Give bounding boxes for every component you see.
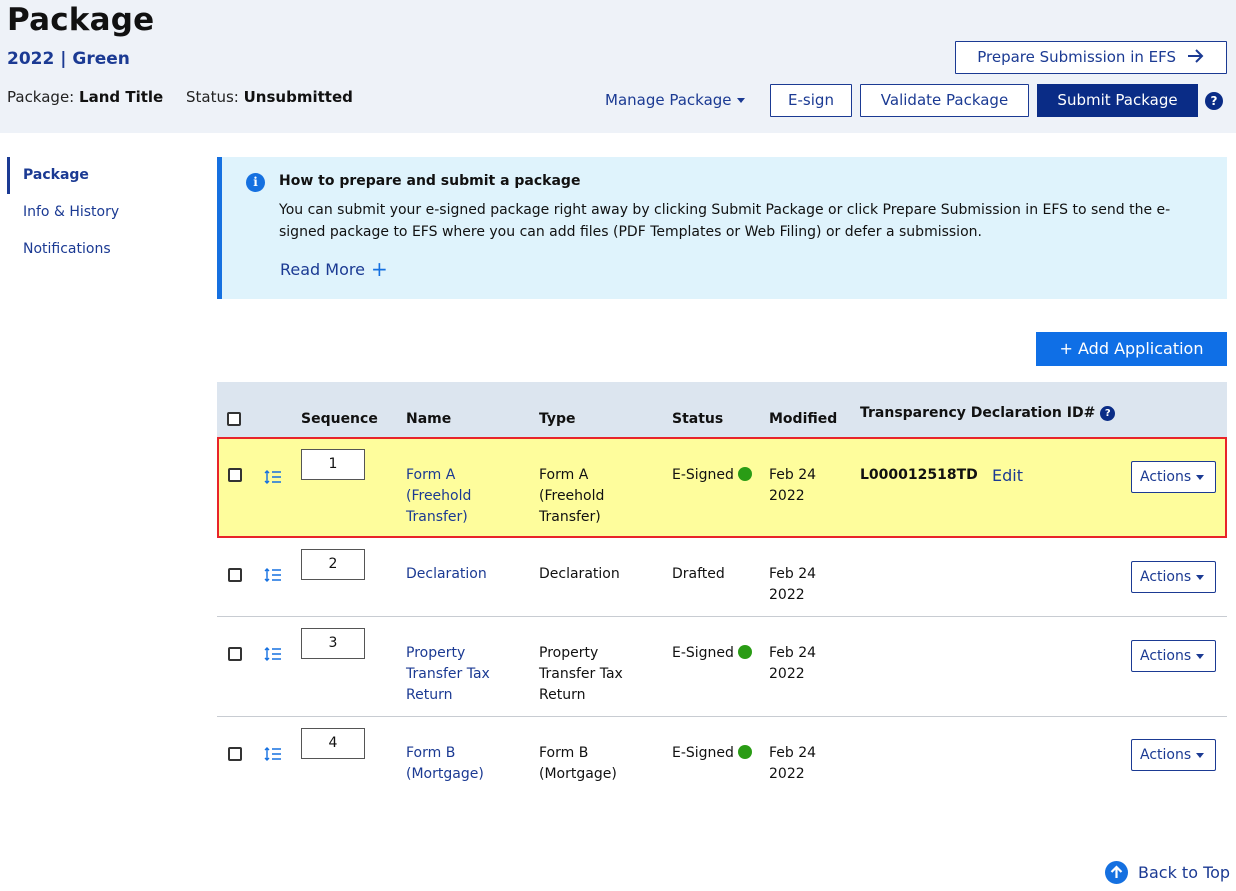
- application-name-link[interactable]: Form B (Mortgage): [406, 743, 496, 785]
- actions-dropdown-button[interactable]: Actions: [1131, 561, 1216, 593]
- status-green-dot-icon: [737, 467, 752, 481]
- column-header-tdid-label: Transparency Declaration ID#: [860, 405, 1096, 421]
- row-checkbox[interactable]: [228, 747, 242, 761]
- prepare-submission-efs-label: Prepare Submission in EFS: [977, 48, 1176, 66]
- package-meta: Package: Land Title Status: Unsubmitted: [7, 88, 353, 106]
- edit-tdid-link[interactable]: Edit: [992, 466, 1023, 485]
- arrow-right-icon: [1187, 49, 1204, 63]
- back-to-top-link[interactable]: Back to Top: [1105, 861, 1230, 884]
- package-status-label: Status:: [185, 88, 239, 106]
- info-body: You can submit your e-signed package rig…: [279, 202, 1171, 240]
- table-row: 4 Form B (Mortgage) Form B (Mortgage) E-…: [217, 717, 1227, 797]
- application-name-link[interactable]: Form A (Freehold Transfer): [406, 465, 496, 528]
- column-header-tdid: Transparency Declaration ID#?: [860, 405, 1116, 421]
- status-text: E-Signed: [672, 645, 734, 661]
- sidebar-item-package[interactable]: Package: [7, 157, 89, 194]
- select-all-checkbox[interactable]: [227, 412, 241, 426]
- caret-down-icon: [1196, 574, 1205, 580]
- status-text: E-Signed: [672, 467, 734, 483]
- plus-icon: +: [370, 257, 388, 281]
- info-title: How to prepare and submit a package: [279, 173, 581, 189]
- table-row: 2 Declaration Declaration Drafted Feb 24…: [217, 538, 1227, 617]
- column-header-modified: Modified: [769, 411, 838, 427]
- actions-label: Actions: [1140, 569, 1192, 585]
- modified-date: Feb 24 2022: [769, 566, 817, 603]
- caret-down-icon: [1196, 653, 1205, 659]
- sequence-input[interactable]: 3: [301, 628, 365, 659]
- actions-label: Actions: [1140, 469, 1192, 485]
- transparency-declaration-id: L000012518TD: [860, 467, 978, 483]
- help-icon[interactable]: ?: [1205, 92, 1223, 110]
- application-status: E-Signed: [672, 743, 752, 764]
- add-application-button[interactable]: + Add Application: [1036, 332, 1227, 366]
- submit-package-button[interactable]: Submit Package: [1037, 84, 1198, 117]
- caret-down-icon: [1196, 474, 1205, 480]
- row-checkbox[interactable]: [228, 647, 242, 661]
- sequence-input[interactable]: 2: [301, 549, 365, 580]
- column-header-name: Name: [406, 411, 452, 427]
- row-checkbox[interactable]: [228, 468, 242, 482]
- actions-dropdown-button[interactable]: Actions: [1131, 461, 1216, 493]
- reorder-icon[interactable]: [264, 747, 282, 761]
- sidebar-item-notifications[interactable]: Notifications: [7, 241, 111, 257]
- sidebar-item-info-history[interactable]: Info & History: [7, 204, 119, 220]
- application-status: E-Signed: [672, 465, 752, 486]
- modified-date: Feb 24 2022: [769, 467, 817, 504]
- application-status: Drafted: [672, 564, 725, 585]
- info-banner: i How to prepare and submit a package Yo…: [217, 157, 1227, 299]
- package-subtitle: 2022 | Green: [7, 49, 130, 69]
- esign-button[interactable]: E-sign: [770, 84, 852, 117]
- application-type: Declaration: [539, 566, 620, 582]
- manage-package-dropdown[interactable]: Manage Package: [605, 91, 745, 109]
- reorder-icon[interactable]: [264, 470, 282, 484]
- reorder-icon[interactable]: [264, 647, 282, 661]
- sequence-input[interactable]: 4: [301, 728, 365, 759]
- table-row: 3 Property Transfer Tax Return Property …: [217, 617, 1227, 717]
- column-header-status: Status: [672, 411, 724, 427]
- application-type: Property Transfer Tax Return: [539, 645, 623, 703]
- column-header-sequence: Sequence: [301, 411, 378, 427]
- status-text: E-Signed: [672, 745, 734, 761]
- caret-down-icon: [736, 98, 745, 103]
- validate-package-button[interactable]: Validate Package: [860, 84, 1029, 117]
- package-type-label: Package:: [7, 88, 75, 106]
- reorder-icon[interactable]: [264, 568, 282, 582]
- page-header: Package 2022 | Green Package: Land Title…: [0, 0, 1236, 133]
- application-type: Form A (Freehold Transfer): [539, 467, 605, 525]
- actions-dropdown-button[interactable]: Actions: [1131, 739, 1216, 771]
- application-name-link[interactable]: Property Transfer Tax Return: [406, 643, 506, 706]
- package-status-value: Unsubmitted: [243, 88, 353, 106]
- column-header-type: Type: [539, 411, 576, 427]
- actions-label: Actions: [1140, 747, 1192, 763]
- application-status: E-Signed: [672, 643, 752, 664]
- caret-down-icon: [1196, 752, 1205, 758]
- row-checkbox[interactable]: [228, 568, 242, 582]
- status-green-dot-icon: [737, 645, 752, 659]
- help-icon[interactable]: ?: [1100, 406, 1116, 421]
- package-type-value: Land Title: [79, 88, 164, 106]
- back-to-top-label: Back to Top: [1138, 863, 1231, 882]
- application-type: Form B (Mortgage): [539, 745, 617, 782]
- modified-date: Feb 24 2022: [769, 745, 817, 782]
- page-title: Package: [7, 2, 155, 38]
- actions-dropdown-button[interactable]: Actions: [1131, 640, 1216, 672]
- modified-date: Feb 24 2022: [769, 645, 817, 682]
- prepare-submission-efs-button[interactable]: Prepare Submission in EFS: [955, 41, 1227, 74]
- table-header: Sequence Name Type Status Modified Trans…: [217, 382, 1227, 437]
- sequence-input[interactable]: 1: [301, 449, 365, 480]
- application-name-link[interactable]: Declaration: [406, 564, 487, 585]
- arrow-up-icon: [1105, 861, 1128, 884]
- info-icon: i: [246, 173, 265, 192]
- read-more-link[interactable]: Read More +: [280, 257, 388, 281]
- status-text: Drafted: [672, 566, 725, 582]
- status-green-dot-icon: [737, 745, 752, 759]
- read-more-label: Read More: [280, 260, 365, 279]
- table-row: 1 Form A (Freehold Transfer) Form A (Fre…: [217, 437, 1227, 538]
- actions-label: Actions: [1140, 648, 1192, 664]
- manage-package-label: Manage Package: [605, 91, 732, 109]
